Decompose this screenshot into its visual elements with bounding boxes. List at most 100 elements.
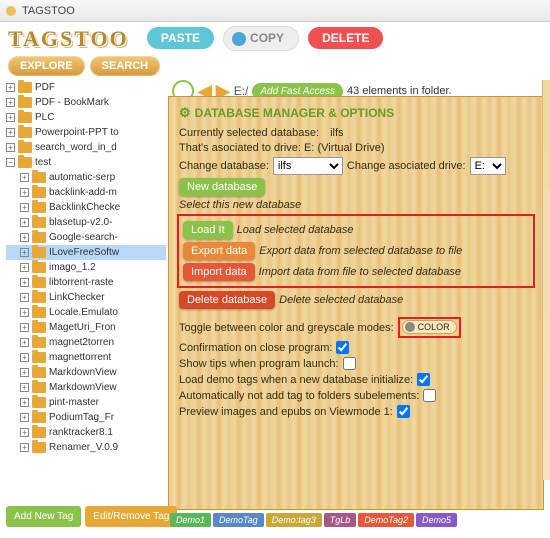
tree-item[interactable]: + imago_1.2 bbox=[6, 260, 166, 275]
demo-tag[interactable]: Demo1 bbox=[170, 513, 211, 527]
tree-item[interactable]: + backlink-add-m bbox=[6, 185, 166, 200]
expand-icon[interactable]: + bbox=[6, 143, 15, 152]
tree-item[interactable]: +search_word_in_d bbox=[6, 140, 166, 155]
tree-item[interactable]: −test bbox=[6, 155, 166, 170]
demo-tags-checkbox[interactable] bbox=[417, 373, 430, 386]
tree-label: backlink-add-m bbox=[49, 187, 117, 198]
change-drive-select[interactable]: E: bbox=[470, 157, 506, 175]
expand-icon[interactable]: + bbox=[20, 173, 29, 182]
tree-item[interactable]: +PDF - BookMark bbox=[6, 95, 166, 110]
expand-icon[interactable]: + bbox=[20, 188, 29, 197]
expand-icon[interactable]: + bbox=[20, 293, 29, 302]
demo-tag[interactable]: DemoTag2 bbox=[358, 513, 414, 527]
expand-icon[interactable]: + bbox=[20, 368, 29, 377]
confirm-close-checkbox[interactable] bbox=[336, 341, 349, 354]
color-toggle[interactable]: COLOR bbox=[402, 320, 457, 334]
tree-item[interactable]: +BacklinkChecke bbox=[6, 200, 166, 215]
tag-bar: Demo1DemoTagDemo:tag3TgLbDemoTag2Demo5 bbox=[170, 513, 546, 527]
tree-label: imago_1.2 bbox=[49, 262, 96, 273]
copy-button[interactable]: COPY bbox=[223, 26, 299, 51]
tree-item[interactable]: +magnettorrent bbox=[6, 350, 166, 365]
load-it-desc: Load selected database bbox=[237, 224, 354, 236]
select-new-db-label: Select this new database bbox=[179, 199, 301, 211]
tree-item[interactable]: +ILoveFreeSoftw bbox=[6, 245, 166, 260]
expand-icon[interactable]: + bbox=[20, 203, 29, 212]
tree-item[interactable]: +MagetUri_Fron bbox=[6, 320, 166, 335]
tree-item[interactable]: +MarkdownView bbox=[6, 380, 166, 395]
tree-item[interactable]: +Google-search- bbox=[6, 230, 166, 245]
tree-item[interactable]: +PLC bbox=[6, 110, 166, 125]
tree-item[interactable]: +libtorrent-raste bbox=[6, 275, 166, 290]
opt-preview: Preview images and epubs on Viewmode 1: bbox=[179, 406, 393, 418]
delete-button[interactable]: DELETE bbox=[308, 27, 383, 49]
expand-icon[interactable]: + bbox=[20, 308, 29, 317]
explore-tab[interactable]: EXPLORE bbox=[8, 56, 85, 76]
tree-item[interactable]: +Locale.Emulato bbox=[6, 305, 166, 320]
add-new-tag-button[interactable]: Add New Tag bbox=[6, 506, 81, 527]
load-it-button[interactable]: Load It bbox=[183, 221, 233, 239]
expand-icon[interactable]: + bbox=[20, 413, 29, 422]
change-drive-label: Change asociated drive: bbox=[347, 160, 466, 172]
tree-item[interactable]: +ranktracker8.1 bbox=[6, 425, 166, 440]
folder-tree[interactable]: +PDF+PDF - BookMark+PLC+Powerpoint-PPT t… bbox=[0, 78, 168, 538]
expand-icon[interactable]: + bbox=[20, 398, 29, 407]
expand-icon[interactable]: − bbox=[6, 158, 15, 167]
export-data-button[interactable]: Export data bbox=[183, 242, 255, 260]
expand-icon[interactable]: + bbox=[20, 323, 29, 332]
paste-button[interactable]: PASTE bbox=[147, 27, 214, 49]
tree-item[interactable]: +blasetup-v2.0- bbox=[6, 215, 166, 230]
folder-icon bbox=[18, 112, 32, 123]
expand-icon[interactable]: + bbox=[20, 233, 29, 242]
assoc-drive-label: That's asociated to drive: E: (Virtual D… bbox=[179, 142, 384, 154]
search-tab[interactable]: SEARCH bbox=[90, 56, 160, 76]
expand-icon[interactable]: + bbox=[20, 218, 29, 227]
import-data-button[interactable]: Import data bbox=[183, 263, 255, 281]
expand-icon[interactable]: + bbox=[20, 353, 29, 362]
folder-icon bbox=[32, 397, 46, 408]
tree-label: MarkdownView bbox=[49, 367, 117, 378]
expand-icon[interactable]: + bbox=[20, 338, 29, 347]
nav-row: EXPLORE SEARCH bbox=[0, 54, 550, 78]
edit-remove-tag-button[interactable]: Edit/Remove Tag bbox=[85, 506, 177, 527]
import-desc: Import data from file to selected databa… bbox=[259, 266, 461, 278]
expand-icon[interactable]: + bbox=[20, 263, 29, 272]
new-database-button[interactable]: New database bbox=[179, 178, 265, 196]
expand-icon[interactable]: + bbox=[20, 248, 29, 257]
expand-icon[interactable]: + bbox=[20, 383, 29, 392]
current-db-label: Currently selected database: bbox=[179, 127, 319, 139]
auto-notag-checkbox[interactable] bbox=[423, 389, 436, 402]
opt-confirm-close: Confirmation on close program: bbox=[179, 342, 332, 354]
expand-icon[interactable]: + bbox=[6, 98, 15, 107]
logo: TAGSTOO bbox=[8, 26, 129, 52]
bottom-left-buttons: Add New Tag Edit/Remove Tag bbox=[6, 506, 177, 527]
tree-item[interactable]: +pint-master bbox=[6, 395, 166, 410]
tree-label: PodiumTag_Fr bbox=[49, 412, 114, 423]
expand-icon[interactable]: + bbox=[6, 128, 15, 137]
tree-item[interactable]: +Renamer_V.0.9 bbox=[6, 440, 166, 455]
demo-tag[interactable]: DemoTag bbox=[213, 513, 264, 527]
content-area: ◀ ▶ E:/ Add Fast Access 43 elements in f… bbox=[168, 78, 550, 538]
tree-item[interactable]: +automatic-serp bbox=[6, 170, 166, 185]
demo-tag[interactable]: Demo:tag3 bbox=[266, 513, 322, 527]
change-db-select[interactable]: ilfs bbox=[273, 157, 343, 175]
header: TAGSTOO PASTE COPY DELETE bbox=[0, 22, 550, 54]
opt-show-tips: Show tips when program launch: bbox=[179, 358, 339, 370]
expand-icon[interactable]: + bbox=[6, 113, 15, 122]
folder-icon bbox=[32, 322, 46, 333]
tree-item[interactable]: +Powerpoint-PPT to bbox=[6, 125, 166, 140]
delete-database-button[interactable]: Delete database bbox=[179, 291, 275, 309]
expand-icon[interactable]: + bbox=[6, 83, 15, 92]
expand-icon[interactable]: + bbox=[20, 278, 29, 287]
tree-item[interactable]: + PodiumTag_Fr bbox=[6, 410, 166, 425]
demo-tag[interactable]: Demo5 bbox=[416, 513, 457, 527]
folder-icon bbox=[32, 412, 46, 423]
tree-item[interactable]: +LinkChecker bbox=[6, 290, 166, 305]
tree-item[interactable]: +PDF bbox=[6, 80, 166, 95]
demo-tag[interactable]: TgLb bbox=[324, 513, 357, 527]
tree-item[interactable]: +magnet2torren bbox=[6, 335, 166, 350]
expand-icon[interactable]: + bbox=[20, 428, 29, 437]
tree-item[interactable]: + MarkdownView bbox=[6, 365, 166, 380]
expand-icon[interactable]: + bbox=[20, 443, 29, 452]
preview-checkbox[interactable] bbox=[397, 405, 410, 418]
show-tips-checkbox[interactable] bbox=[343, 357, 356, 370]
